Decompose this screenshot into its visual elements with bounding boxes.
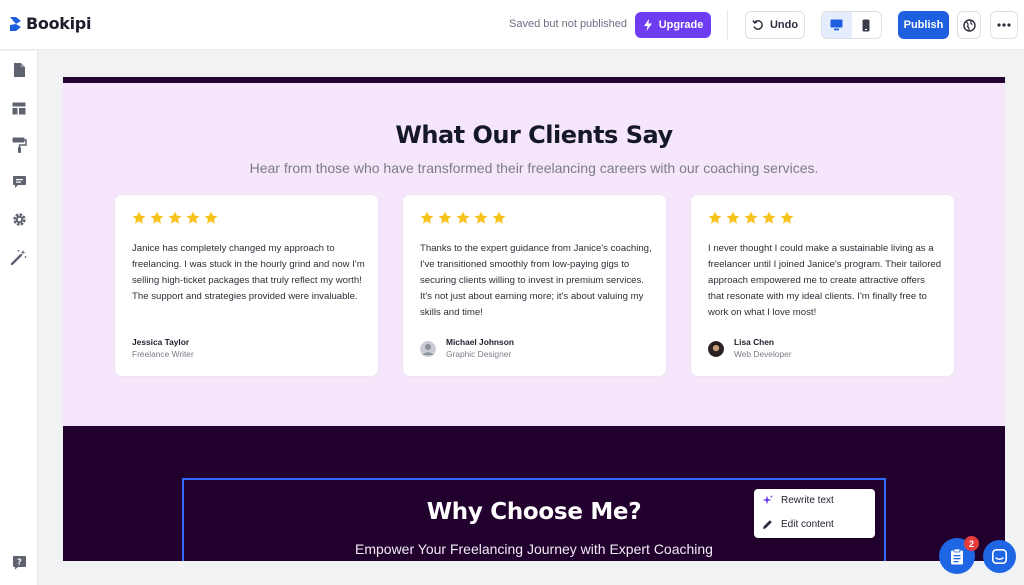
rewrite-text-label: Rewrite text xyxy=(781,495,834,506)
author-name[interactable]: Lisa Chen xyxy=(734,337,792,348)
author-name[interactable]: Michael Johnson xyxy=(446,337,514,348)
avatar xyxy=(708,341,724,357)
star-icon xyxy=(726,211,740,224)
testimonial-author: Jessica Taylor Freelance Writer xyxy=(132,337,194,361)
star-icon xyxy=(492,211,506,224)
star-icon xyxy=(456,211,470,224)
publish-button[interactable]: Publish xyxy=(898,11,949,39)
author-role[interactable]: Freelance Writer xyxy=(132,348,194,361)
author-role[interactable]: Graphic Designer xyxy=(446,348,514,361)
clipboard-icon xyxy=(951,548,963,564)
globe-button[interactable] xyxy=(957,11,981,39)
save-status: Saved but not published xyxy=(509,18,628,30)
help-icon: ? xyxy=(12,555,26,569)
chat-icon xyxy=(992,549,1007,564)
top-bar: Bookipi Saved but not published Upgrade … xyxy=(0,0,1024,50)
star-icon xyxy=(780,211,794,224)
testimonials-title[interactable]: What Our Clients Say xyxy=(63,121,1005,149)
testimonial-quote[interactable]: I never thought I could make a sustainab… xyxy=(708,241,943,321)
mobile-view-button[interactable] xyxy=(852,12,882,38)
undo-button[interactable]: Undo xyxy=(745,11,805,39)
author-role[interactable]: Web Developer xyxy=(734,348,792,361)
star-rating xyxy=(132,211,218,225)
desktop-icon xyxy=(830,19,843,31)
star-rating xyxy=(708,211,794,225)
star-icon xyxy=(438,211,452,224)
testimonial-card[interactable]: I never thought I could make a sustainab… xyxy=(690,194,955,377)
star-icon xyxy=(132,211,146,224)
sidebar-item-help[interactable]: ? xyxy=(10,553,28,571)
star-rating xyxy=(420,211,506,225)
magic-wand-icon xyxy=(11,250,27,265)
sparkle-icon xyxy=(762,495,773,505)
edit-content-label: Edit content xyxy=(781,519,834,530)
avatar xyxy=(420,341,436,357)
notification-badge: 2 xyxy=(964,536,979,551)
star-icon xyxy=(762,211,776,224)
publish-label: Publish xyxy=(903,19,944,31)
star-icon xyxy=(420,211,434,224)
text-context-menu: Rewrite text Edit content xyxy=(754,489,875,538)
desktop-view-button[interactable] xyxy=(822,12,852,38)
pencil-icon xyxy=(763,520,772,529)
star-icon xyxy=(744,211,758,224)
testimonial-quote[interactable]: Thanks to the expert guidance from Janic… xyxy=(420,241,655,321)
star-icon xyxy=(204,211,218,224)
bookipi-logo-icon xyxy=(10,16,21,31)
gear-icon xyxy=(12,212,26,226)
mobile-icon xyxy=(862,19,870,31)
star-icon xyxy=(708,211,722,224)
testimonials-subtitle[interactable]: Hear from those who have transformed the… xyxy=(63,160,1005,176)
sidebar-item-style[interactable] xyxy=(10,136,28,154)
svg-text:?: ? xyxy=(17,557,22,566)
sidebar-item-pages[interactable] xyxy=(10,61,28,79)
lightning-icon xyxy=(643,19,652,31)
testimonials-section[interactable]: What Our Clients Say Hear from those who… xyxy=(63,83,1005,426)
sidebar-item-ai[interactable] xyxy=(10,248,28,266)
testimonial-card[interactable]: Janice has completely changed my approac… xyxy=(114,194,379,377)
logo-text: Bookipi xyxy=(26,14,92,33)
testimonial-quote[interactable]: Janice has completely changed my approac… xyxy=(132,241,367,305)
logo[interactable]: Bookipi xyxy=(9,14,91,33)
upgrade-button[interactable]: Upgrade xyxy=(635,12,711,38)
star-icon xyxy=(186,211,200,224)
sidebar-item-layout[interactable] xyxy=(10,99,28,117)
globe-icon xyxy=(962,18,976,32)
page-icon xyxy=(13,63,25,77)
testimonial-card[interactable]: Thanks to the expert guidance from Janic… xyxy=(402,194,667,377)
paint-roller-icon xyxy=(12,137,27,153)
toolbar-divider xyxy=(727,10,728,40)
star-icon xyxy=(474,211,488,224)
left-sidebar: ? xyxy=(0,51,38,585)
sidebar-item-comments[interactable] xyxy=(10,173,28,191)
chat-fab-button[interactable] xyxy=(983,540,1016,573)
author-name[interactable]: Jessica Taylor xyxy=(132,337,194,348)
device-toggle xyxy=(821,11,882,39)
why-subtitle[interactable]: Empower Your Freelancing Journey with Ex… xyxy=(184,541,884,557)
layout-icon xyxy=(12,102,26,114)
more-icon xyxy=(997,23,1011,27)
sidebar-item-settings[interactable] xyxy=(10,210,28,228)
testimonial-author: Michael Johnson Graphic Designer xyxy=(420,337,514,361)
more-options-button[interactable] xyxy=(990,11,1018,39)
rewrite-text-menu-item[interactable]: Rewrite text xyxy=(762,495,834,506)
edit-content-menu-item[interactable]: Edit content xyxy=(762,519,834,530)
star-icon xyxy=(150,211,164,224)
undo-label: Undo xyxy=(769,19,799,31)
undo-icon xyxy=(752,20,763,30)
star-icon xyxy=(168,211,182,224)
upgrade-label: Upgrade xyxy=(658,19,704,31)
testimonial-author: Lisa Chen Web Developer xyxy=(708,337,792,361)
comment-icon xyxy=(12,176,26,188)
